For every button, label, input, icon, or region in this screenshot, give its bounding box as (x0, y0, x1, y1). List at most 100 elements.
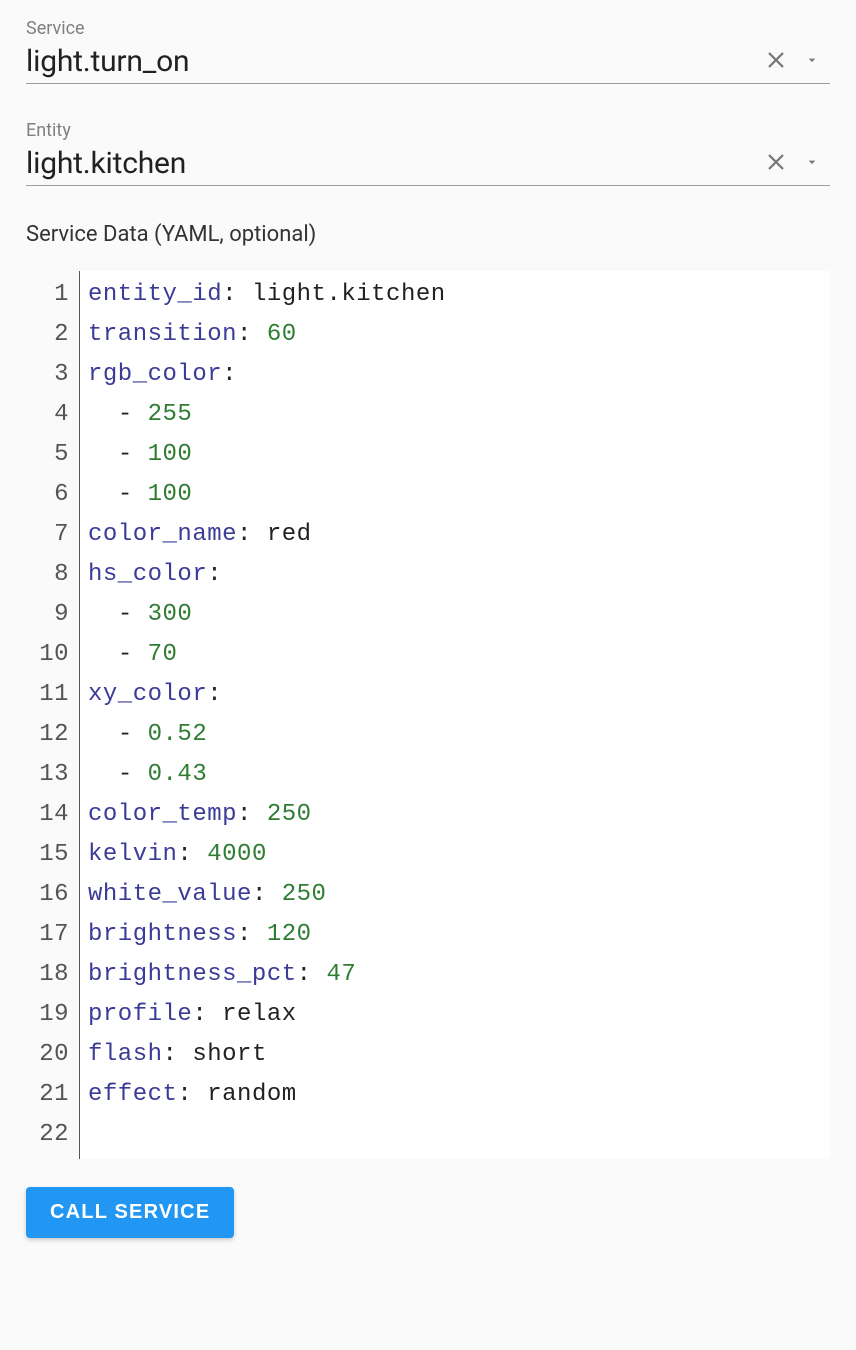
code-line[interactable]: kelvin: 4000 (88, 835, 830, 875)
code-line[interactable]: white_value: 250 (88, 875, 830, 915)
code-line[interactable] (88, 1115, 830, 1155)
line-number: 22 (30, 1115, 69, 1155)
code-line[interactable]: - 0.43 (88, 755, 830, 795)
code-line[interactable]: brightness_pct: 47 (88, 955, 830, 995)
yaml-number: 300 (148, 601, 193, 628)
yaml-key: color_temp (88, 801, 237, 828)
line-number: 16 (30, 875, 69, 915)
yaml-punctuation: : (192, 1001, 207, 1028)
code-line[interactable]: - 300 (88, 595, 830, 635)
code-line[interactable]: - 100 (88, 475, 830, 515)
line-number: 10 (30, 635, 69, 675)
yaml-number: 0.43 (148, 761, 208, 788)
yaml-punctuation: : (177, 841, 192, 868)
code-line[interactable]: - 0.52 (88, 715, 830, 755)
yaml-key: entity_id (88, 281, 222, 308)
yaml-key: transition (88, 321, 237, 348)
yaml-punctuation: : (252, 881, 267, 908)
yaml-punctuation: : (207, 681, 222, 708)
yaml-value: light.kitchen (252, 281, 446, 308)
line-number: 9 (30, 595, 69, 635)
line-number: 14 (30, 795, 69, 835)
line-number: 20 (30, 1035, 69, 1075)
entity-input[interactable] (26, 146, 758, 181)
entity-dropdown-button[interactable] (794, 145, 830, 181)
yaml-number: 250 (267, 801, 312, 828)
yaml-key: brightness (88, 921, 237, 948)
code-line[interactable]: - 70 (88, 635, 830, 675)
yaml-punctuation: : (237, 921, 252, 948)
yaml-list-dash: - (118, 401, 148, 428)
yaml-number: 70 (148, 641, 178, 668)
yaml-key: flash (88, 1041, 163, 1068)
yaml-key: xy_color (88, 681, 207, 708)
yaml-key: color_name (88, 521, 237, 548)
yaml-number: 100 (148, 481, 193, 508)
yaml-punctuation: : (237, 521, 252, 548)
yaml-list-dash: - (118, 641, 148, 668)
code-line[interactable]: profile: relax (88, 995, 830, 1035)
line-number: 2 (30, 315, 69, 355)
line-number: 13 (30, 755, 69, 795)
yaml-value: relax (222, 1001, 297, 1028)
line-number: 7 (30, 515, 69, 555)
code-line[interactable]: - 100 (88, 435, 830, 475)
yaml-key: effect (88, 1081, 177, 1108)
yaml-punctuation: : (222, 281, 237, 308)
service-data-label: Service Data (YAML, optional) (26, 222, 830, 247)
yaml-list-dash: - (118, 481, 148, 508)
line-number: 3 (30, 355, 69, 395)
clear-service-button[interactable] (758, 43, 794, 79)
yaml-list-dash: - (118, 441, 148, 468)
line-number: 5 (30, 435, 69, 475)
line-number: 8 (30, 555, 69, 595)
code-line[interactable]: effect: random (88, 1075, 830, 1115)
call-service-button[interactable]: CALL SERVICE (26, 1187, 234, 1238)
yaml-key: hs_color (88, 561, 207, 588)
service-dropdown-button[interactable] (794, 43, 830, 79)
yaml-key: white_value (88, 881, 252, 908)
close-icon (764, 150, 788, 177)
clear-entity-button[interactable] (758, 145, 794, 181)
code-line[interactable]: transition: 60 (88, 315, 830, 355)
line-number: 11 (30, 675, 69, 715)
code-line[interactable]: flash: short (88, 1035, 830, 1075)
code-line[interactable]: hs_color: (88, 555, 830, 595)
service-input[interactable] (26, 44, 758, 79)
yaml-list-dash: - (118, 721, 148, 748)
yaml-number: 60 (267, 321, 297, 348)
yaml-number: 255 (148, 401, 193, 428)
yaml-number: 47 (326, 961, 356, 988)
code-line[interactable]: - 255 (88, 395, 830, 435)
code-line[interactable]: rgb_color: (88, 355, 830, 395)
yaml-editor[interactable]: 12345678910111213141516171819202122 enti… (26, 271, 830, 1159)
service-field: Service (26, 18, 830, 84)
yaml-punctuation: : (222, 361, 237, 388)
yaml-punctuation: : (163, 1041, 178, 1068)
yaml-key: profile (88, 1001, 192, 1028)
close-icon (764, 48, 788, 75)
yaml-value: red (267, 521, 312, 548)
editor-code[interactable]: entity_id: light.kitchentransition: 60rg… (80, 271, 830, 1159)
yaml-number: 120 (267, 921, 312, 948)
code-line[interactable]: entity_id: light.kitchen (88, 275, 830, 315)
yaml-key: rgb_color (88, 361, 222, 388)
line-number: 21 (30, 1075, 69, 1115)
line-number: 1 (30, 275, 69, 315)
chevron-down-icon (804, 154, 820, 173)
chevron-down-icon (804, 52, 820, 71)
code-line[interactable]: xy_color: (88, 675, 830, 715)
service-label: Service (26, 18, 830, 39)
yaml-key: kelvin (88, 841, 177, 868)
editor-gutter: 12345678910111213141516171819202122 (26, 271, 80, 1159)
yaml-punctuation: : (207, 561, 222, 588)
code-line[interactable]: brightness: 120 (88, 915, 830, 955)
line-number: 6 (30, 475, 69, 515)
line-number: 18 (30, 955, 69, 995)
line-number: 12 (30, 715, 69, 755)
yaml-value: short (192, 1041, 267, 1068)
code-line[interactable]: color_name: red (88, 515, 830, 555)
yaml-punctuation: : (177, 1081, 192, 1108)
yaml-number: 4000 (207, 841, 267, 868)
code-line[interactable]: color_temp: 250 (88, 795, 830, 835)
